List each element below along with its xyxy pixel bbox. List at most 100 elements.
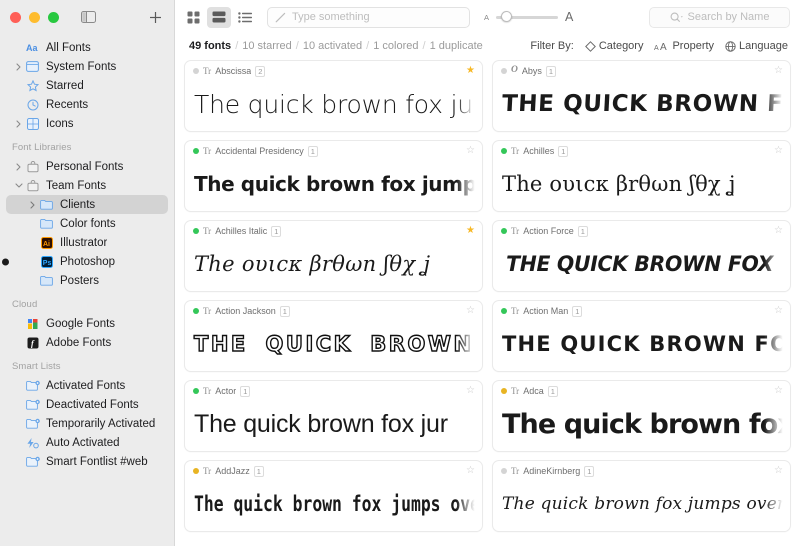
sidebar-item-auto-activated[interactable]: Auto Activated	[6, 433, 168, 452]
section-header-smart-lists: Smart Lists	[0, 352, 174, 376]
sidebar-item-personal-fonts[interactable]: Personal Fonts	[6, 157, 168, 176]
star-icon[interactable]: ☆	[774, 466, 783, 476]
filter-category-button[interactable]: Category	[585, 40, 644, 52]
star-icon[interactable]: ☆	[774, 306, 783, 316]
count-separator: /	[235, 40, 238, 52]
font-card[interactable]: TrAccidental Presidency1☆The quick brown…	[184, 140, 483, 212]
font-card-header: TrAction Force1☆	[493, 221, 790, 238]
sidebar-item-icons[interactable]: Icons	[6, 114, 168, 133]
font-card[interactable]: TrAdca1☆The quick brown fox	[492, 380, 791, 452]
star-icon[interactable]: ☆	[466, 466, 475, 476]
font-activation-toggle[interactable]	[193, 68, 199, 74]
sample-text-input[interactable]: Type something	[267, 7, 470, 28]
sidebar-item-all-fonts[interactable]: Aa All Fonts	[6, 38, 168, 57]
maximize-window-button[interactable]	[48, 12, 59, 23]
star-icon[interactable]: ☆	[466, 386, 475, 396]
font-card[interactable]: TrAction Man1☆THE QUICK BROWN FOX	[492, 300, 791, 372]
split-view-icon[interactable]	[207, 7, 231, 28]
font-family-name: Accidental Presidency	[215, 146, 304, 156]
font-preview-text: THE QUICK BROWN	[185, 318, 482, 370]
font-style-count-badge: 1	[584, 466, 594, 477]
star-icon[interactable]: ☆	[774, 146, 783, 156]
font-card[interactable]: TrAction Jackson1☆THE QUICK BROWN	[184, 300, 483, 372]
preview-size-slider[interactable]: A A	[484, 10, 573, 24]
sidebar-item-smart-fontlist-web[interactable]: Smart Fontlist #web	[6, 452, 168, 471]
font-card[interactable]: TrAchilles Italic1★The ουιcκ βrθωn ʃθχ ʝ	[184, 220, 483, 292]
font-family-name: Achilles	[523, 146, 554, 156]
slider-thumb[interactable]	[501, 11, 512, 22]
sidebar-item-starred[interactable]: Starred	[6, 76, 168, 95]
sidebar-item-recents[interactable]: Recents	[6, 95, 168, 114]
font-preview-text: THE QUICK BROWN FOX	[493, 238, 790, 290]
search-icon[interactable]	[670, 12, 684, 23]
list-view-icon[interactable]	[233, 7, 257, 28]
chevron-right-icon[interactable]	[14, 119, 23, 128]
font-activation-toggle[interactable]	[501, 388, 507, 394]
svg-text:A: A	[660, 42, 667, 52]
chevron-right-icon[interactable]	[14, 62, 23, 71]
count-colored[interactable]: 1 colored	[373, 40, 418, 52]
font-card[interactable]: OAbys1☆THE QUICK BROWN FOX	[492, 60, 791, 132]
chevron-down-icon[interactable]	[14, 181, 23, 190]
sidebar-nav: Aa All Fonts System Fonts Starred	[0, 34, 174, 546]
count-starred[interactable]: 10 starred	[242, 40, 292, 52]
font-activation-toggle[interactable]	[193, 388, 199, 394]
font-card[interactable]: TrAbscissa2★The quick brown fox jum	[184, 60, 483, 132]
font-card[interactable]: TrAction Force1☆THE QUICK BROWN FOX	[492, 220, 791, 292]
star-icon[interactable]: ★	[466, 66, 475, 76]
font-card[interactable]: TrAdineKirnberg1☆The quick brown fox jum…	[492, 460, 791, 532]
sidebar-item-illustrator[interactable]: Ai Illustrator	[6, 233, 168, 252]
slider-track[interactable]	[496, 16, 558, 19]
font-activation-toggle[interactable]	[501, 228, 507, 234]
font-activation-toggle[interactable]	[501, 308, 507, 314]
sidebar-item-system-fonts[interactable]: System Fonts	[6, 57, 168, 76]
sidebar-item-temporarily-activated[interactable]: Temporarily Activated	[6, 414, 168, 433]
filter-property-button[interactable]: AA Property	[654, 40, 714, 52]
sidebar-item-adobe-fonts[interactable]: f Adobe Fonts	[6, 333, 168, 352]
sidebar-item-clients[interactable]: Clients	[6, 195, 168, 214]
smart-folder-icon	[25, 454, 40, 469]
font-activation-toggle[interactable]	[501, 68, 507, 74]
grid-view-icon[interactable]	[181, 7, 205, 28]
font-activation-toggle[interactable]	[193, 468, 199, 474]
chevron-right-icon[interactable]	[28, 200, 37, 209]
sidebar-item-label: All Fonts	[46, 42, 91, 54]
folder-icon	[39, 216, 54, 231]
sidebar-item-label: Clients	[60, 199, 95, 211]
sidebar-item-photoshop[interactable]: Ps Photoshop	[6, 252, 168, 271]
star-icon[interactable]: ☆	[774, 66, 783, 76]
close-window-button[interactable]	[10, 12, 21, 23]
count-duplicate[interactable]: 1 duplicate	[430, 40, 483, 52]
font-activation-toggle[interactable]	[193, 228, 199, 234]
sidebar-item-deactivated-fonts[interactable]: Deactivated Fonts	[6, 395, 168, 414]
font-activation-toggle[interactable]	[193, 308, 199, 314]
sidebar-item-team-fonts[interactable]: Team Fonts	[6, 176, 168, 195]
font-preview-text: THE QUICK BROWN FOX	[493, 78, 790, 130]
search-input[interactable]: Search by Name	[649, 7, 790, 28]
sidebar-item-google-fonts[interactable]: Google Fonts	[6, 314, 168, 333]
filter-language-button[interactable]: Language	[725, 40, 788, 52]
add-library-button[interactable]	[146, 8, 164, 26]
font-card-header: TrAchilles Italic1★	[185, 221, 482, 238]
font-card[interactable]: TrAchilles1☆The ουιcκ βrθωn ʃθχ ʝ	[492, 140, 791, 212]
sidebar-item-activated-fonts[interactable]: Activated Fonts	[6, 376, 168, 395]
font-card[interactable]: TrAddJazz1☆The quick brown fox jumps ove…	[184, 460, 483, 532]
star-icon[interactable]: ☆	[774, 226, 783, 236]
count-separator: /	[423, 40, 426, 52]
star-icon[interactable]: ☆	[774, 386, 783, 396]
sidebar-toggle-icon[interactable]	[80, 10, 97, 24]
sidebar-item-color-fonts[interactable]: Color fonts	[6, 214, 168, 233]
font-card[interactable]: TrActor1☆The quick brown fox jur	[184, 380, 483, 452]
count-activated[interactable]: 10 activated	[303, 40, 362, 52]
star-icon[interactable]: ★	[466, 226, 475, 236]
font-list-scroll-area[interactable]: TrAbscissa2★The quick brown fox jumOAbys…	[175, 58, 800, 546]
star-icon[interactable]: ☆	[466, 146, 475, 156]
font-activation-toggle[interactable]	[193, 148, 199, 154]
chevron-right-icon[interactable]	[14, 162, 23, 171]
sidebar-item-posters[interactable]: Posters	[6, 271, 168, 290]
minimize-window-button[interactable]	[29, 12, 40, 23]
font-card-header: TrAchilles1☆	[493, 141, 790, 158]
font-activation-toggle[interactable]	[501, 148, 507, 154]
star-icon[interactable]: ☆	[466, 306, 475, 316]
font-activation-toggle[interactable]	[501, 468, 507, 474]
